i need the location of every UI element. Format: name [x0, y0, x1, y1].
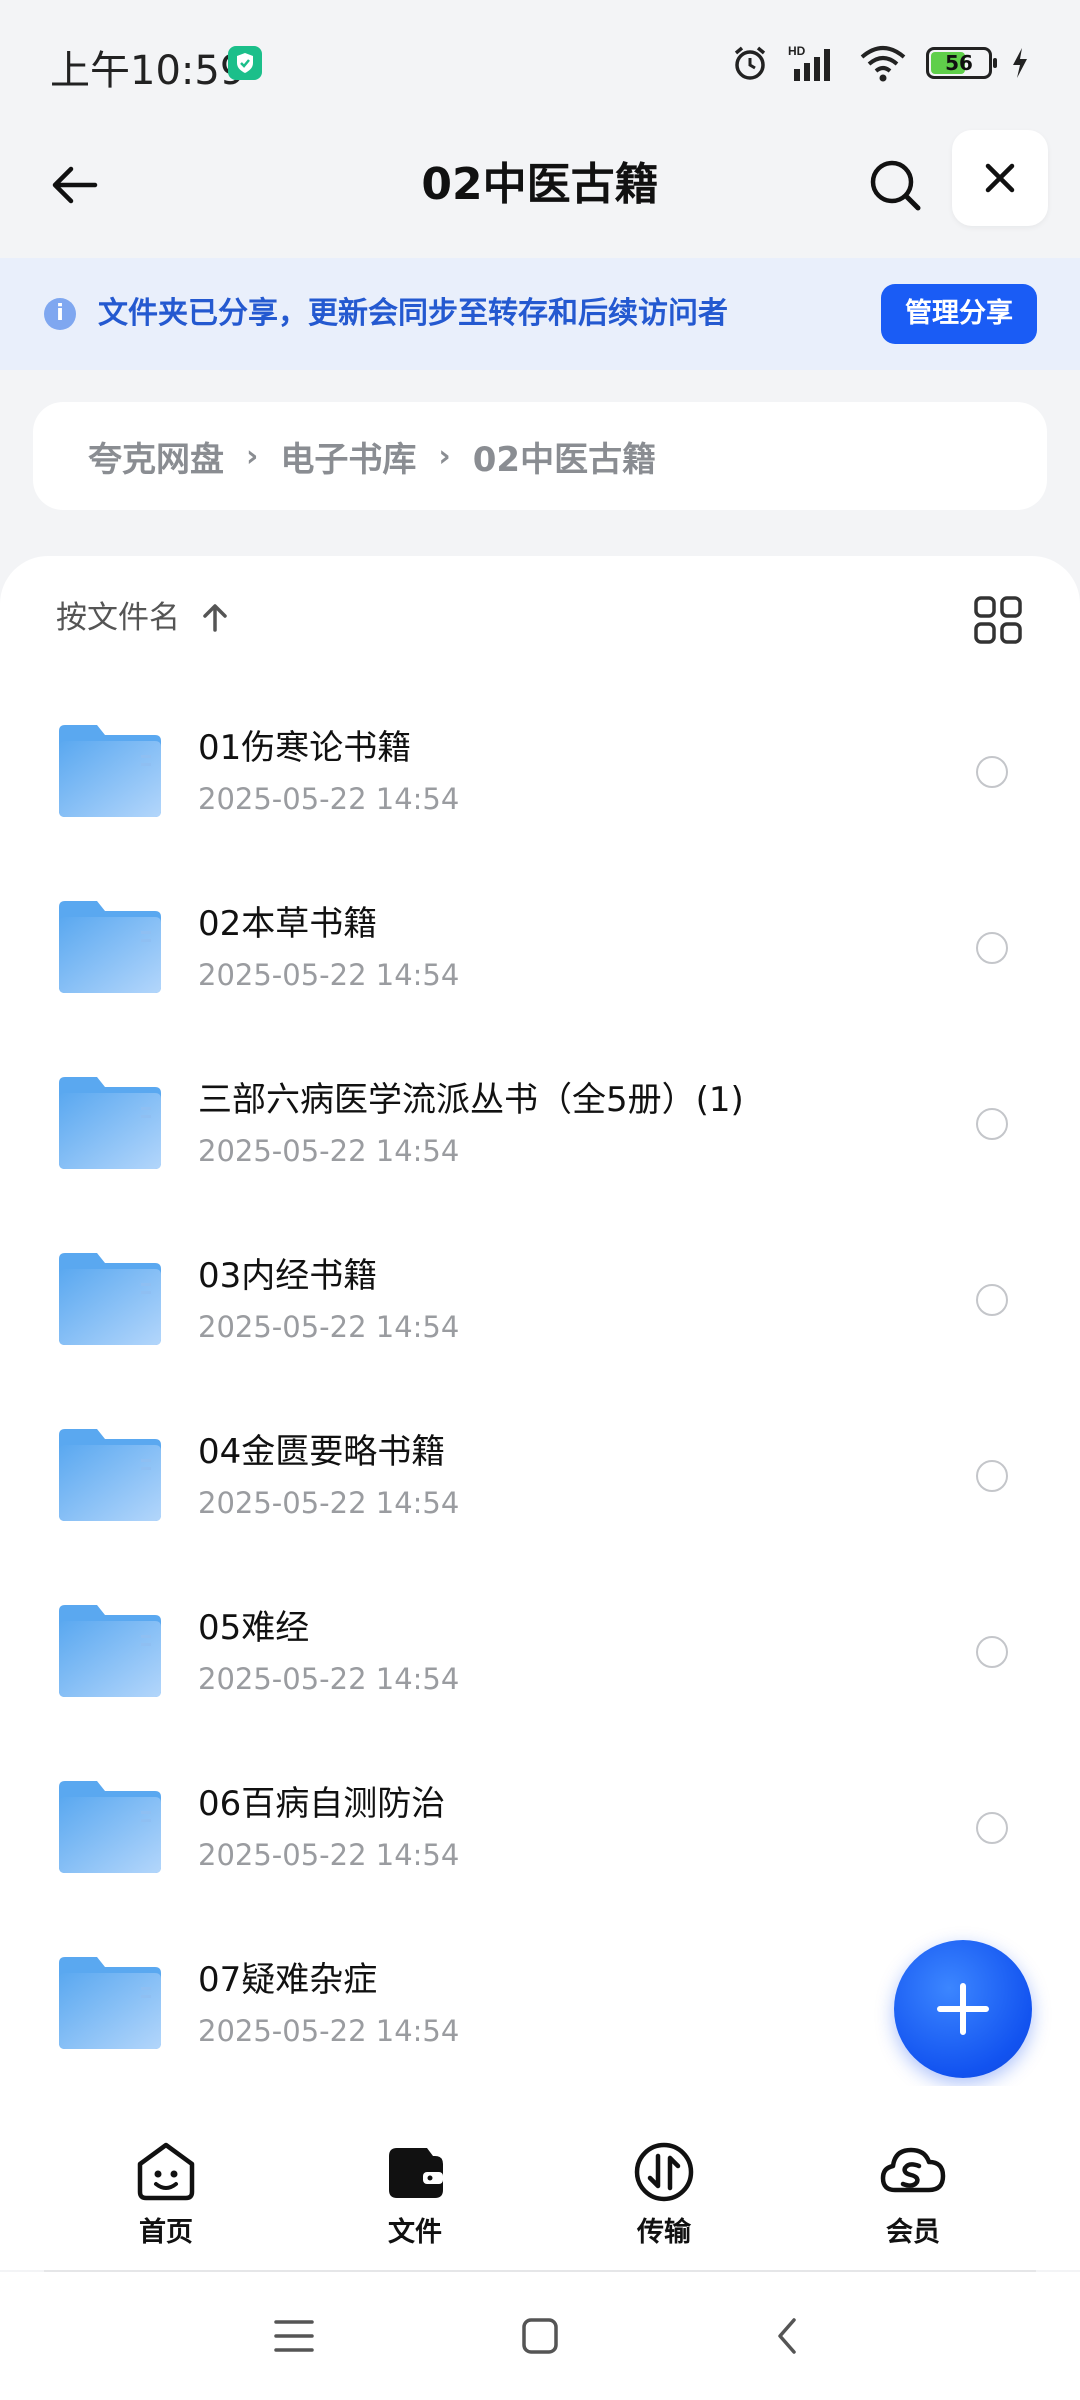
breadcrumb-item-current: 02中医古籍	[472, 439, 657, 480]
list-item[interactable]: 01伤寒论书籍 2025-05-22 14:54	[0, 680, 1080, 856]
chevron-right-icon: ›	[438, 438, 451, 474]
add-button[interactable]	[894, 1940, 1032, 2078]
system-back-button[interactable]	[766, 2314, 810, 2358]
arrow-up-icon	[203, 604, 227, 632]
search-button[interactable]	[855, 145, 935, 225]
folder-icon	[59, 1605, 161, 1697]
list-item[interactable]: 04金匮要略书籍 2025-05-22 14:54	[0, 1384, 1080, 1560]
system-home-button[interactable]	[518, 2314, 562, 2358]
list-item[interactable]: 06百病自测防治 2025-05-22 14:54	[0, 1736, 1080, 1912]
sort-label: 按文件名	[56, 600, 180, 636]
breadcrumb: 夸克网盘 › 电子书库 › 02中医古籍	[33, 402, 1047, 510]
file-date: 2025-05-22 14:54	[198, 1134, 460, 1168]
file-date: 2025-05-22 14:54	[198, 958, 460, 992]
file-name: 06百病自测防治	[198, 1784, 446, 1824]
file-name: 07疑难杂症	[198, 1960, 378, 2000]
file-name: 01伤寒论书籍	[198, 728, 412, 768]
cloud-vip-icon	[880, 2147, 946, 2193]
info-icon: i	[44, 298, 76, 330]
nav-transfer[interactable]: 传输	[594, 2140, 734, 2250]
nav-transfer-label: 传输	[637, 2217, 691, 2248]
battery-percent: 56	[945, 51, 973, 75]
file-name: 05难经	[198, 1608, 310, 1648]
list-item[interactable]: 三部六病医学流派丛书（全5册）(1) 2025-05-22 14:54	[0, 1032, 1080, 1208]
battery-icon: 56	[926, 47, 997, 79]
select-checkbox[interactable]	[976, 1812, 1008, 1844]
select-checkbox[interactable]	[976, 756, 1008, 788]
menu-icon	[274, 2320, 314, 2352]
select-checkbox[interactable]	[976, 932, 1008, 964]
nav-files-label: 文件	[388, 2217, 442, 2248]
file-name: 三部六病医学流派丛书（全5册）(1)	[198, 1080, 744, 1120]
status-icons: HD 56	[730, 38, 1030, 88]
chevron-left-icon	[778, 2318, 796, 2354]
transfer-icon	[634, 2142, 694, 2202]
file-name: 02本草书籍	[198, 904, 378, 944]
file-date: 2025-05-22 14:54	[198, 782, 460, 816]
system-menu-button[interactable]	[272, 2314, 316, 2358]
file-date: 2025-05-22 14:54	[198, 1662, 460, 1696]
charging-bolt-icon	[1013, 48, 1027, 78]
signal-icon: HD	[788, 44, 830, 81]
folder-icon	[59, 725, 161, 817]
nav-home[interactable]: 首页	[96, 2140, 236, 2250]
folder-icon	[59, 1429, 161, 1521]
select-checkbox[interactable]	[976, 1284, 1008, 1316]
wifi-icon	[860, 46, 906, 82]
nav-vip-label: 会员	[886, 2217, 940, 2248]
manage-share-button[interactable]: 管理分享	[881, 284, 1037, 344]
alarm-icon	[734, 46, 766, 80]
plus-icon	[937, 1983, 989, 2035]
folder-icon	[59, 1957, 161, 2049]
folder-icon	[59, 901, 161, 993]
list-item[interactable]: 02本草书籍 2025-05-22 14:54	[0, 856, 1080, 1032]
sort-toggle[interactable]: 按文件名	[56, 596, 230, 640]
list-item[interactable]: 05难经 2025-05-22 14:54	[0, 1560, 1080, 1736]
file-name: 04金匮要略书籍	[198, 1432, 446, 1472]
share-banner-message: 文件夹已分享，更新会同步至转存和后续访问者	[98, 296, 728, 331]
folder-icon	[59, 1781, 161, 1873]
close-button[interactable]	[952, 130, 1048, 226]
select-checkbox[interactable]	[976, 1460, 1008, 1492]
nav-files[interactable]: 文件	[345, 2140, 485, 2250]
file-date: 2025-05-22 14:54	[198, 1310, 460, 1344]
nav-vip[interactable]: 会员	[843, 2140, 983, 2250]
folder-icon	[59, 1077, 161, 1169]
file-date: 2025-05-22 14:54	[198, 1838, 460, 1872]
folder-icon	[59, 1253, 161, 1345]
select-checkbox[interactable]	[976, 1108, 1008, 1140]
breadcrumb-item-ebook-library[interactable]: 电子书库	[280, 432, 416, 481]
breadcrumb-item-root[interactable]: 夸克网盘	[88, 432, 224, 481]
list-item[interactable]: 03内经书籍 2025-05-22 14:54	[0, 1208, 1080, 1384]
file-date: 2025-05-22 14:54	[198, 2014, 460, 2048]
status-time: 上午10:59	[50, 48, 246, 94]
chevron-right-icon: ›	[246, 438, 259, 474]
file-name: 03内经书籍	[198, 1256, 378, 1296]
svg-text:HD: HD	[788, 44, 806, 58]
shield-icon	[228, 46, 262, 80]
home-face-icon	[137, 2142, 195, 2201]
search-icon	[870, 160, 921, 211]
wallet-folder-icon	[389, 2148, 443, 2198]
file-date: 2025-05-22 14:54	[198, 1486, 460, 1520]
select-checkbox[interactable]	[976, 1636, 1008, 1668]
close-icon	[985, 163, 1015, 193]
grid-view-button[interactable]	[972, 594, 1024, 646]
grid-icon	[974, 596, 1022, 644]
nav-home-label: 首页	[139, 2217, 193, 2248]
square-icon	[522, 2318, 558, 2354]
